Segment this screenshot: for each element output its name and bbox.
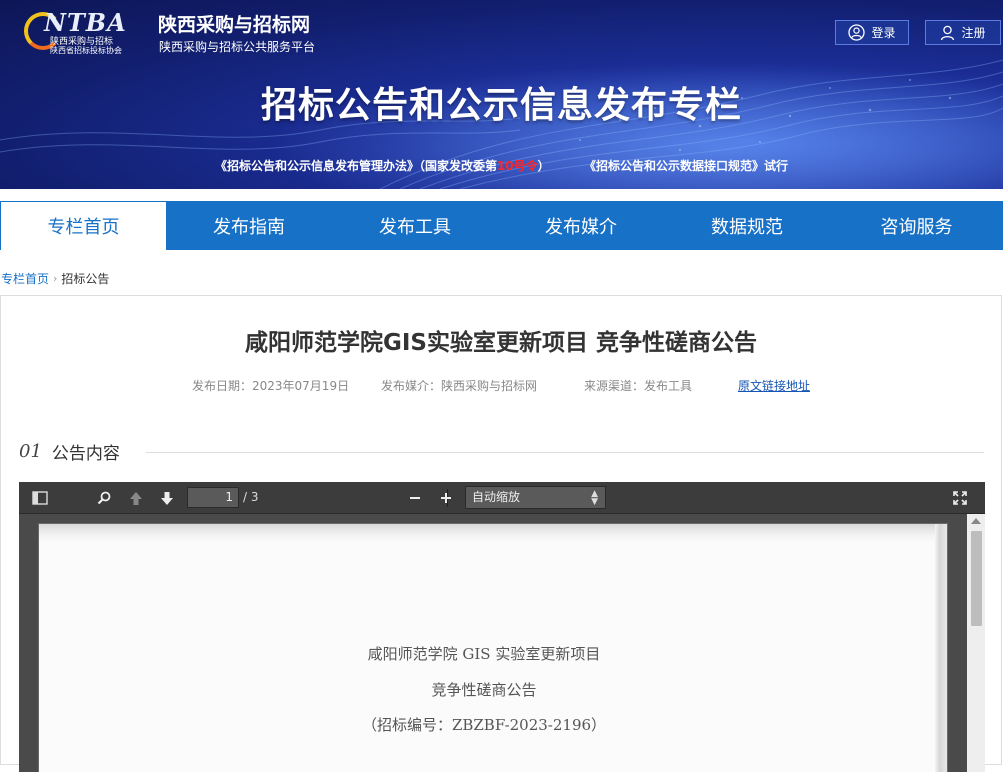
site-logo[interactable]: NTBA 陕西采购与招标 陕西省招标投标协会 <box>24 8 152 55</box>
page-number-input[interactable]: 1 <box>187 487 239 508</box>
chevron-right-icon: › <box>53 272 58 285</box>
pdf-viewer: 1 / 3 自动缩放 ▲ ▼ 咸阳师范学院 GIS 实验室更新项目 竞争性磋商公… <box>19 482 985 772</box>
pdf-scrollbar[interactable] <box>967 514 985 772</box>
section-number: 01 <box>19 441 42 462</box>
register-label: 注册 <box>961 26 986 40</box>
scroll-up-icon[interactable] <box>971 518 981 524</box>
nav-item-data-spec[interactable]: 数据规范 <box>664 201 830 250</box>
search-icon[interactable] <box>93 488 115 508</box>
publish-media: 发布媒介：陕西采购与招标网 <box>381 379 538 393</box>
logo-assoc-line2: 陕西省招标投标协会 <box>50 46 122 55</box>
nav-item-media[interactable]: 发布媒介 <box>498 201 664 250</box>
banner-title: 招标公告和公示信息发布专栏 <box>260 85 742 126</box>
login-label: 登录 <box>871 26 896 40</box>
policy-notice: 《招标公告和公示信息发布管理办法》（国家发改委第10号令） 《招标公告和公示数据… <box>0 157 1003 174</box>
nav-item-tools[interactable]: 发布工具 <box>332 201 498 250</box>
breadcrumb-home[interactable]: 专栏首页 <box>1 270 49 287</box>
pdf-toolbar: 1 / 3 自动缩放 ▲ ▼ <box>19 482 985 514</box>
source-channel: 来源渠道：发布工具 <box>584 379 693 393</box>
user-circle-icon <box>848 24 866 41</box>
nav-item-consulting[interactable]: 咨询服务 <box>830 201 1003 250</box>
logo-text: NTBA <box>44 8 127 37</box>
scrollbar-thumb[interactable] <box>971 531 982 626</box>
doc-tender-number: （招标编号：ZBZBF-2023-2196） <box>361 716 607 734</box>
previous-page-icon[interactable] <box>125 488 147 508</box>
policy-text-1: 《招标公告和公示信息发布管理办法》（国家发改委第 <box>214 159 497 173</box>
zoom-out-icon[interactable] <box>405 488 425 508</box>
section-label: 公告内容 <box>51 444 120 464</box>
register-button[interactable]: 注册 <box>925 20 1001 45</box>
site-name[interactable]: 陕西采购与招标网 <box>158 10 310 37</box>
doc-project-name: 咸阳师范学院 GIS 实验室更新项目 <box>367 645 601 663</box>
announcement-title: 咸阳师范学院GIS实验室更新项目 竞争性磋商公告 <box>244 330 757 356</box>
zoom-value: 自动缩放 <box>472 490 521 504</box>
nav-item-home[interactable]: 专栏首页 <box>0 201 166 250</box>
nav-item-guide[interactable]: 发布指南 <box>166 201 332 250</box>
policy-regulation-link[interactable]: 《招标公告和公示信息发布管理办法》（国家发改委第10号令） <box>215 159 550 173</box>
publish-date: 发布日期：2023年07月19日 <box>192 379 350 393</box>
next-page-icon[interactable] <box>156 488 178 508</box>
policy-spec-link[interactable]: 《招标公告和公示数据接口规范》试行 <box>584 159 788 173</box>
user-icon <box>941 25 955 40</box>
section-divider <box>146 452 984 453</box>
fullscreen-icon[interactable] <box>949 488 971 508</box>
announcement-panel: 咸阳师范学院GIS实验室更新项目 竞争性磋商公告 发布日期：2023年07月19… <box>0 295 1002 772</box>
page-total: / 3 <box>243 490 259 504</box>
breadcrumb-current: 招标公告 <box>61 272 110 286</box>
pdf-page: 咸阳师范学院 GIS 实验室更新项目 竞争性磋商公告 （招标编号：ZBZBF-2… <box>39 524 947 772</box>
sidebar-toggle-icon[interactable] <box>29 488 51 508</box>
section-header: 01 公告内容 <box>19 439 120 464</box>
select-arrows-icon: ▲ ▼ <box>591 489 598 507</box>
policy-order-number: 10号令 <box>496 159 538 173</box>
login-button[interactable]: 登录 <box>835 20 909 45</box>
breadcrumb: 专栏首页 › 招标公告 <box>1 270 109 287</box>
header-banner: NTBA 陕西采购与招标 陕西省招标投标协会 陕西采购与招标网 陕西采购与招标公… <box>0 0 1003 189</box>
doc-announcement-type: 竞争性磋商公告 <box>431 681 537 699</box>
zoom-select[interactable]: 自动缩放 ▲ ▼ <box>465 486 606 509</box>
main-nav: 专栏首页 发布指南 发布工具 发布媒介 数据规范 咨询服务 <box>0 201 1003 250</box>
zoom-in-icon[interactable] <box>436 488 456 508</box>
original-link[interactable]: 原文链接地址 <box>738 377 810 394</box>
policy-text-2: ） <box>537 159 550 173</box>
site-subtitle: 陕西采购与招标公共服务平台 <box>159 40 316 54</box>
